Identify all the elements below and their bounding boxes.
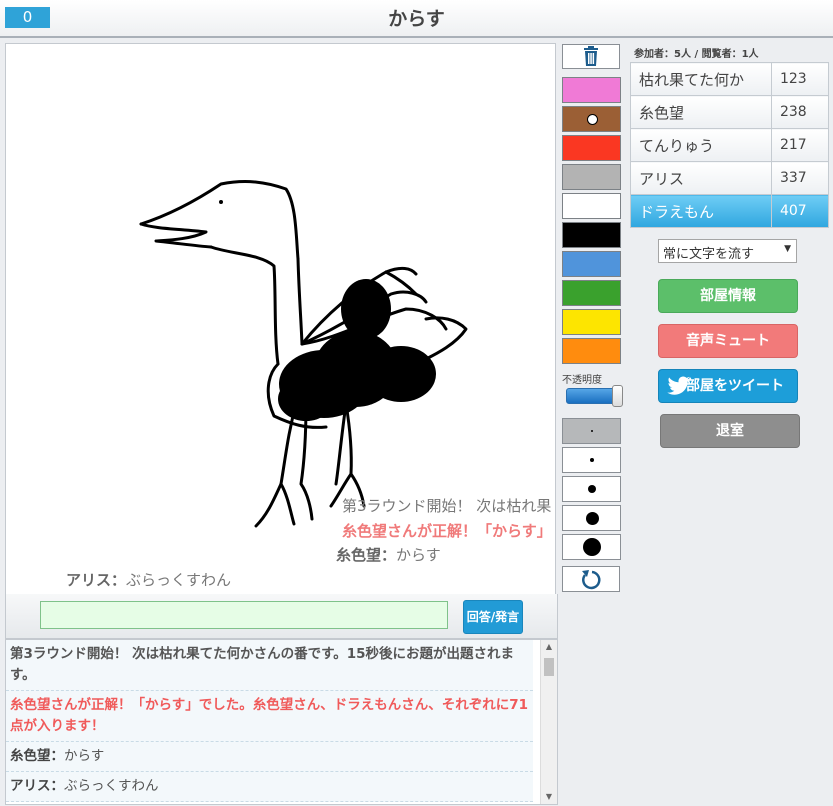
color-swatch[interactable]	[562, 338, 621, 364]
player-score: 238	[770, 95, 830, 129]
color-swatch[interactable]	[562, 135, 621, 161]
overlay-chat-message: アリス：ぶらっくすわん	[66, 569, 231, 590]
chat-message-name: 糸色望：	[10, 748, 64, 764]
answer-bar: 回答/発言	[5, 594, 558, 639]
undo-button[interactable]	[562, 566, 620, 592]
player-row: アリス 337	[630, 161, 830, 195]
overlay-chat-text: からす	[396, 546, 441, 564]
scroll-up-icon[interactable]: ▲	[541, 640, 557, 654]
overlay-system-message: 第3ラウンド開始！ 次は枯れ果	[342, 497, 552, 515]
text-scroll-select[interactable]: 常に文字を流す ▼	[658, 239, 797, 263]
overlay-chat-name: アリス：	[66, 571, 127, 589]
brush-size-button[interactable]	[562, 505, 621, 531]
trash-icon	[584, 46, 598, 66]
color-swatch[interactable]	[562, 251, 621, 277]
player-name: 枯れ果てた何か	[630, 62, 772, 96]
player-score: 407	[770, 194, 830, 228]
chat-log[interactable]: 第3ラウンド開始！ 次は枯れ果てた何かさんの番です。15秒後にお題が出題されます…	[5, 639, 558, 805]
participants-info: 参加者：5人 / 閲覧者：1人	[634, 49, 759, 60]
color-swatch[interactable]	[562, 309, 621, 335]
chat-scrollbar[interactable]: ▲ ▼	[540, 640, 557, 804]
brush-size-dot	[588, 485, 596, 493]
player-row: 枯れ果てた何か 123	[630, 62, 830, 96]
drawing-canvas[interactable]: 第3ラウンド開始！ 次は枯れ果 糸色望さんが正解！「からす」 糸色望：からす ア…	[5, 43, 556, 595]
overlay-chat-text: ぶらっくすわん	[126, 571, 232, 589]
tweet-room-button[interactable]: 部屋をツイート	[658, 369, 798, 403]
opacity-thumb[interactable]	[612, 385, 623, 407]
brush-size-dot	[585, 511, 599, 525]
brush-size-button[interactable]	[562, 447, 621, 473]
undo-icon	[582, 570, 601, 590]
scroll-down-icon[interactable]: ▼	[541, 790, 557, 804]
player-score: 337	[770, 161, 830, 195]
answer-submit-button[interactable]: 回答/発言	[463, 600, 523, 634]
overlay-chat-name: 糸色望：	[336, 546, 397, 564]
player-score: 123	[770, 62, 830, 96]
color-swatch[interactable]	[562, 280, 621, 306]
color-swatch[interactable]	[562, 222, 621, 248]
player-row-active: ドラえもん 407	[630, 194, 830, 228]
scroll-thumb[interactable]	[544, 658, 554, 676]
player-score: 217	[770, 128, 830, 162]
overlay-correct-message: 糸色望さんが正解！「からす」	[342, 522, 552, 540]
chat-message: アリス：ぶらっくすわん	[6, 772, 533, 802]
chat-system-message: 第3ラウンド開始！ 次は枯れ果てた何かさんの番です。15秒後にお題が出題されます…	[6, 640, 533, 691]
chat-message-text: からす	[64, 748, 105, 764]
text-scroll-select-value: 常に文字を流す	[663, 247, 755, 262]
opacity-label: 不透明度	[562, 375, 602, 386]
brush-size-button[interactable]	[562, 534, 621, 560]
player-name: 糸色望	[630, 95, 772, 129]
brush-size-button[interactable]	[562, 476, 621, 502]
brush-size-dot	[591, 430, 593, 432]
header-bar: 0 からす	[0, 0, 833, 38]
page-title: からす	[388, 8, 445, 30]
brush-size-dot	[590, 458, 594, 462]
color-swatch[interactable]	[562, 106, 621, 132]
answer-input[interactable]	[40, 601, 448, 629]
chat-message: 糸色望：からす	[6, 742, 533, 772]
color-swatch[interactable]	[562, 164, 621, 190]
overlay-chat-message: 糸色望：からす	[336, 544, 441, 565]
color-swatch[interactable]	[562, 77, 621, 103]
clear-canvas-button[interactable]	[562, 44, 620, 69]
twitter-bird-icon	[667, 376, 690, 395]
chat-message-name: アリス：	[10, 778, 64, 794]
player-table: 枯れ果てた何か 123 糸色望 238 てんりゅう 217 アリス 337 ドラ…	[630, 62, 830, 228]
selected-color-indicator	[587, 114, 598, 125]
brush-size-button[interactable]	[562, 418, 621, 444]
chat-message-text: ぶらっくすわん	[64, 778, 159, 794]
opacity-slider[interactable]	[566, 385, 624, 407]
brush-size-dot	[583, 538, 601, 556]
player-name: アリス	[630, 161, 772, 195]
player-row: 糸色望 238	[630, 95, 830, 129]
room-info-button[interactable]: 部屋情報	[658, 279, 798, 313]
chevron-down-icon: ▼	[784, 244, 791, 254]
player-name: ドラえもん	[630, 194, 772, 228]
chat-correct-message: 糸色望さんが正解！「からす」でした。糸色望さん、ドラえもんさん、それぞれに71点…	[6, 691, 533, 742]
mute-button[interactable]: 音声ミュート	[658, 324, 798, 358]
player-name: てんりゅう	[630, 128, 772, 162]
leave-room-button[interactable]: 退室	[660, 414, 800, 448]
color-swatch[interactable]	[562, 193, 621, 219]
player-row: てんりゅう 217	[630, 128, 830, 162]
